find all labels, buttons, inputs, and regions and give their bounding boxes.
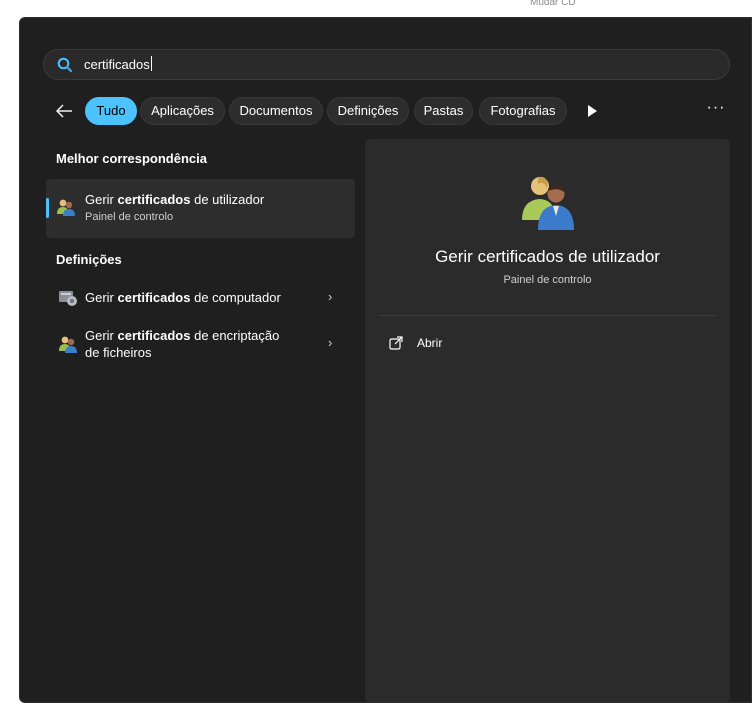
settings-item-computer-certs[interactable]: Gerir certificados de computador ›: [46, 283, 355, 311]
background-window-caption: Mudar CD: [530, 0, 576, 8]
selection-indicator: [46, 198, 49, 218]
open-label: Abrir: [417, 336, 443, 350]
best-match-item[interactable]: Gerir certificados de utilizador Painel …: [46, 179, 355, 238]
search-input[interactable]: certificados: [84, 56, 152, 74]
text-cursor: [150, 56, 152, 71]
filter-tab-folders[interactable]: Pastas: [414, 97, 473, 125]
filter-tab-all[interactable]: Tudo: [85, 97, 137, 125]
users-icon: [59, 336, 77, 353]
users-icon: [57, 199, 75, 216]
chevron-right-icon: ›: [328, 289, 333, 304]
best-match-subtitle: Painel de controlo: [85, 211, 174, 223]
filter-tab-documents[interactable]: Documentos: [229, 97, 323, 125]
best-match-heading: Melhor correspondência: [56, 151, 207, 166]
settings-item-file-encryption-certs[interactable]: Gerir certificados de encriptação de fich…: [46, 326, 355, 366]
users-icon: [522, 176, 574, 230]
preview-subtitle: Painel de controlo: [503, 274, 592, 286]
settings-heading: Definições: [56, 252, 122, 267]
preview-divider: [379, 315, 716, 316]
open-external-icon: [389, 336, 403, 350]
desktop-edge: [0, 6, 19, 713]
preview-panel: Gerir certificados de utilizador Painel …: [365, 139, 730, 703]
settings-item-file-encryption-certs-label: Gerir certificados de encriptação de fich…: [85, 328, 280, 360]
filter-bar: Tudo Aplicações Documentos Definições Pa…: [48, 97, 738, 125]
filter-tab-settings[interactable]: Definições: [327, 97, 409, 125]
preview-title: Gerir certificados de utilizador: [435, 247, 660, 266]
filter-tab-apps[interactable]: Aplicações: [140, 97, 225, 125]
search-icon: [57, 57, 73, 73]
more-filters-play-icon[interactable]: [586, 104, 598, 118]
settings-item-computer-certs-label: Gerir certificados de computador: [85, 290, 281, 305]
filter-tab-photos[interactable]: Fotografias: [479, 97, 567, 125]
search-bar[interactable]: certificados: [43, 49, 730, 80]
more-options-icon[interactable]: ···: [704, 99, 728, 123]
arrow-left-icon: [56, 104, 72, 118]
cert-manager-icon: [59, 291, 77, 306]
best-match-title: Gerir certificados de utilizador: [85, 192, 265, 207]
chevron-right-icon: ›: [328, 335, 333, 350]
back-button[interactable]: [52, 99, 76, 123]
